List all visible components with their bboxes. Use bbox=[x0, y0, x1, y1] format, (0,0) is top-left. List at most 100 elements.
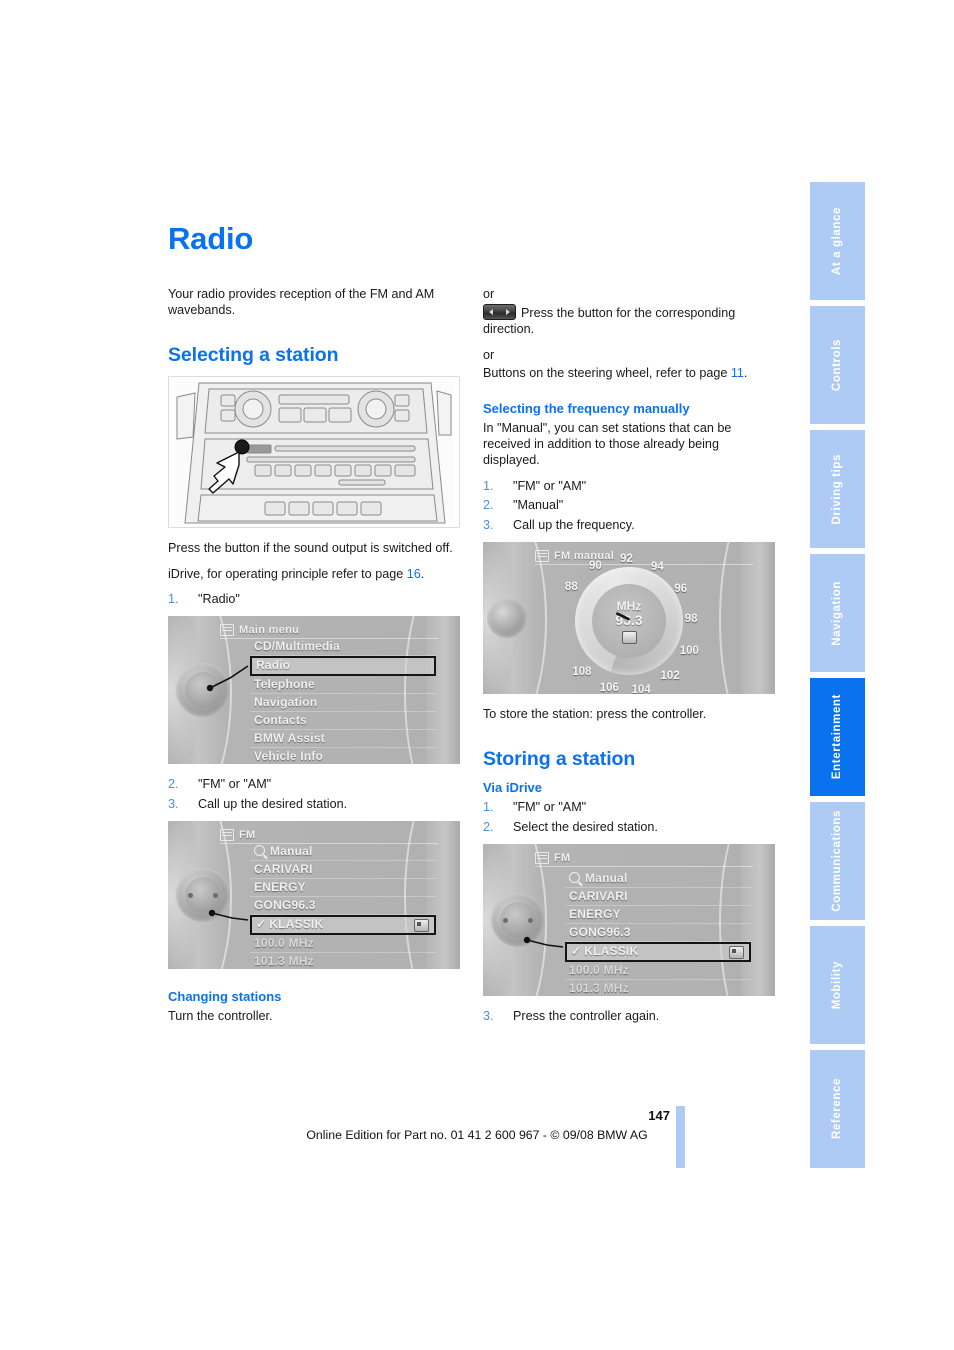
idrive-menu-item[interactable]: Manual bbox=[565, 870, 751, 889]
section-tab-label: Communications bbox=[830, 810, 843, 912]
idrive-header-fm: FM bbox=[220, 826, 438, 845]
radio-waves-icon bbox=[220, 828, 234, 841]
step-item: 2. "FM" or "AM" bbox=[168, 776, 460, 793]
idrive-header-label: FM bbox=[554, 851, 571, 864]
idrive-menu-item-label: Manual bbox=[270, 844, 313, 859]
idrive-menu-item[interactable]: ENERGY bbox=[250, 879, 436, 898]
heading-storing-a-station: Storing a station bbox=[483, 748, 636, 771]
idrive-menu-item-label: KLASSIK bbox=[584, 944, 639, 959]
idrive-menu-item[interactable]: CARIVARI bbox=[250, 861, 436, 880]
idrive-menu-item[interactable]: Navigation bbox=[250, 694, 436, 713]
dashboard-line-art bbox=[169, 377, 459, 528]
step-text: Call up the desired station. bbox=[198, 796, 348, 811]
section-tab-label: Controls bbox=[830, 338, 843, 392]
step-number: 3. bbox=[168, 796, 179, 811]
idrive-menu-item-label: CARIVARI bbox=[254, 862, 313, 877]
station-store-icon bbox=[729, 946, 744, 960]
arrow-left-icon bbox=[489, 309, 493, 316]
idrive-menu-item[interactable]: ENERGY bbox=[565, 906, 751, 925]
idrive-menu-item-label: ENERGY bbox=[569, 907, 621, 922]
left-column: Your radio provides reception of the FM … bbox=[168, 286, 460, 1034]
idrive-menu-item[interactable]: CD/Multimedia bbox=[250, 638, 436, 657]
section-tab-navigation[interactable]: Navigation bbox=[810, 554, 865, 672]
station-store-icon bbox=[414, 919, 429, 933]
section-tab-reference[interactable]: Reference bbox=[810, 1050, 865, 1168]
dial-tick-label: 92 bbox=[620, 553, 633, 566]
section-tab-controls[interactable]: Controls bbox=[810, 306, 865, 424]
step-number: 3. bbox=[483, 1009, 494, 1024]
idrive-header-label: Main menu bbox=[239, 623, 300, 636]
footer-text: Online Edition for Part no. 01 41 2 600 … bbox=[306, 1128, 648, 1142]
idrive-menu-item[interactable]: Radio bbox=[250, 656, 436, 677]
section-tab-label: Mobility bbox=[830, 960, 843, 1010]
power-button-marker bbox=[234, 439, 250, 455]
dial-tick-label: 88 bbox=[564, 581, 578, 594]
step-item: 3. Call up the desired station. bbox=[168, 796, 460, 813]
steering-reference-suffix: . bbox=[743, 365, 748, 380]
idrive-menu-item-label: 100.0 MHz bbox=[569, 963, 629, 978]
idrive-menu-item[interactable]: Vehicle Info bbox=[250, 748, 436, 764]
idrive-menu-item-label: Telephone bbox=[254, 677, 315, 692]
step-number: 3. bbox=[483, 517, 494, 532]
heading-changing-stations: Changing stations bbox=[168, 989, 282, 1005]
idrive-station-list: Manual CARIVARI ENERGY GONG96.3 ✓ KLASSIK 100.… bbox=[565, 870, 751, 996]
idrive-menu-item[interactable]: CARIVARI bbox=[565, 888, 751, 907]
station-store-icon bbox=[621, 630, 637, 644]
steps-list-station: 2. "FM" or "AM" 3. Call up the desired stat… bbox=[168, 776, 460, 812]
controller-knob-graphic bbox=[176, 868, 230, 923]
step-item: 2. "Manual" bbox=[483, 497, 775, 514]
arrow-right-icon bbox=[506, 309, 510, 316]
press-direction-line: Press the button for the corresponding d… bbox=[483, 304, 775, 337]
idrive-reference-prefix: iDrive, for operating principle refer to… bbox=[168, 566, 407, 581]
menu-list-icon bbox=[220, 623, 234, 636]
dial-tick-label: 102 bbox=[660, 670, 680, 683]
dial-tick-label: 108 bbox=[572, 665, 592, 678]
dashboard-svg bbox=[175, 381, 453, 524]
step-number: 1. bbox=[168, 591, 179, 606]
idrive-menu-item-label: KLASSIK bbox=[269, 917, 324, 932]
dial-tick-label: 106 bbox=[599, 682, 619, 695]
section-tab-at-a-glance[interactable]: At a glance bbox=[810, 182, 865, 300]
caption-press-button: Press the button if the sound output is … bbox=[168, 541, 453, 556]
knob-dot-left bbox=[188, 892, 193, 898]
idrive-menu-item[interactable]: Telephone bbox=[250, 676, 436, 695]
section-tab-mobility[interactable]: Mobility bbox=[810, 926, 865, 1044]
idrive-menu-item[interactable]: ✓ KLASSIK bbox=[565, 942, 751, 963]
idrive-menu-item[interactable]: 100.0 MHz bbox=[250, 935, 436, 954]
idrive-menu-item[interactable]: Contacts bbox=[250, 712, 436, 731]
idrive-station-list: Manual CARIVARI ENERGY GONG96.3 ✓ KLASSIK 100.… bbox=[250, 843, 436, 969]
section-tab-driving-tips[interactable]: Driving tips bbox=[810, 430, 865, 548]
step-text: "FM" or "AM" bbox=[513, 800, 587, 815]
idrive-menu-item-label: ENERGY bbox=[254, 880, 306, 895]
step-text: Call up the frequency. bbox=[513, 517, 635, 532]
idrive-menu-item[interactable]: 101.3 MHz bbox=[250, 953, 436, 969]
idrive-menu-item[interactable]: 101.3 MHz bbox=[565, 980, 751, 996]
manual-page: At a glance Controls Driving tips Navigatio… bbox=[0, 0, 954, 1350]
idrive-menu-list: CD/Multimedia Radio Telephone Navigation Con… bbox=[250, 638, 436, 764]
idrive-header-label: FM bbox=[239, 828, 256, 841]
step-text: Select the desired station. bbox=[513, 819, 658, 834]
idrive-menu-item[interactable]: GONG96.3 bbox=[250, 897, 436, 916]
idrive-menu-item[interactable]: Manual bbox=[250, 843, 436, 862]
idrive-menu-item[interactable]: GONG96.3 bbox=[565, 924, 751, 943]
step-item: 1. "Radio" bbox=[168, 591, 460, 608]
idrive-header-fm-manual: FM manual bbox=[535, 547, 753, 566]
section-tab-strip: At a glance Controls Driving tips Navigatio… bbox=[810, 182, 865, 1168]
section-tab-entertainment[interactable]: Entertainment bbox=[810, 678, 865, 796]
knob-dot-left bbox=[503, 917, 508, 923]
idrive-menu-item-label: 101.3 MHz bbox=[569, 981, 629, 996]
section-tab-label: Driving tips bbox=[830, 453, 843, 525]
section-tab-communications[interactable]: Communications bbox=[810, 802, 865, 920]
checkmark-icon: ✓ bbox=[571, 944, 582, 959]
dial-unit-label: MHz bbox=[616, 598, 642, 613]
idrive-menu-item-label: Radio bbox=[256, 658, 291, 673]
idrive-menu-item[interactable]: 100.0 MHz bbox=[565, 962, 751, 981]
idrive-menu-item[interactable]: BMW Assist bbox=[250, 730, 436, 749]
intro-paragraph: Your radio provides reception of the FM … bbox=[168, 287, 435, 318]
controller-knob-graphic bbox=[491, 893, 545, 948]
idrive-menu-item-label: Navigation bbox=[254, 695, 318, 710]
step-item: 1. "FM" or "AM" bbox=[483, 799, 775, 816]
step-number: 2. bbox=[168, 777, 179, 792]
knob-ring bbox=[487, 598, 527, 639]
idrive-menu-item[interactable]: ✓ KLASSIK bbox=[250, 915, 436, 936]
